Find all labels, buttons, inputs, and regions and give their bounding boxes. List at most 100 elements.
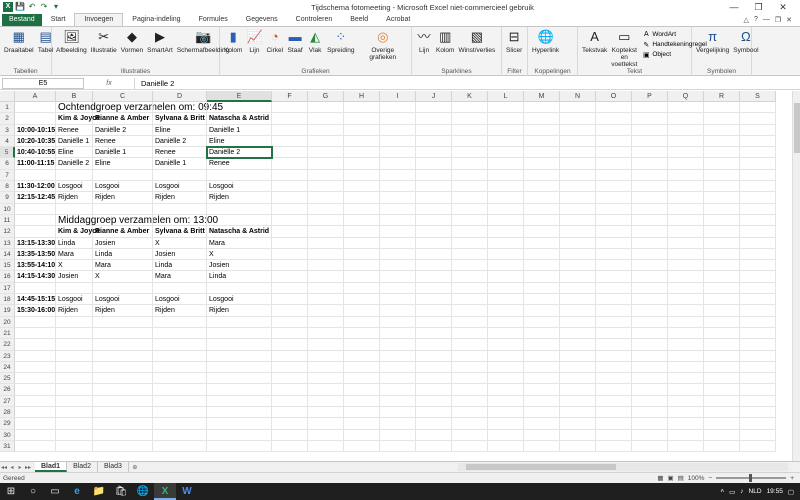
cell-b30[interactable] [56, 429, 93, 441]
taskbar-task-view-icon[interactable]: ▭ [44, 483, 66, 500]
cell-k14[interactable] [452, 248, 488, 261]
prev-sheet-button[interactable]: ◂ [8, 464, 16, 471]
cell-s3[interactable] [740, 124, 776, 136]
cell-i31[interactable] [380, 440, 416, 453]
cell-c18[interactable]: Losgooi [93, 294, 153, 306]
cell-n5[interactable] [560, 147, 596, 159]
row-header-4[interactable]: 4 [0, 135, 15, 148]
ribbon-button-vormen[interactable]: ◆ Vormen [119, 29, 145, 54]
cell-j12[interactable] [416, 226, 452, 238]
cell-m14[interactable] [524, 248, 560, 261]
cell-j23[interactable] [416, 350, 452, 362]
cell-d14[interactable]: Josien [153, 248, 207, 261]
cell-p30[interactable] [632, 429, 668, 441]
cell-q1[interactable] [668, 102, 704, 114]
cell-l6[interactable] [488, 158, 524, 170]
cell-j2[interactable] [416, 113, 452, 125]
cell-f26[interactable] [272, 384, 308, 396]
cell-g26[interactable] [308, 384, 344, 396]
cell-s12[interactable] [740, 226, 776, 238]
cell-l31[interactable] [488, 440, 524, 453]
cell-s14[interactable] [740, 248, 776, 261]
cell-b25[interactable] [56, 373, 93, 385]
row-header-22[interactable]: 22 [0, 339, 15, 351]
cell-a24[interactable] [15, 361, 56, 374]
cell-q2[interactable] [668, 113, 704, 125]
cell-g11[interactable] [308, 214, 344, 227]
cell-e22[interactable] [207, 339, 272, 351]
cell-s28[interactable] [740, 407, 776, 419]
cell-n13[interactable] [560, 237, 596, 249]
cell-b15[interactable]: X [56, 260, 93, 272]
cell-l4[interactable] [488, 135, 524, 148]
cell-i7[interactable] [380, 169, 416, 182]
horizontal-scroll-thumb[interactable] [466, 464, 616, 470]
network-icon[interactable]: ▭ [729, 488, 735, 496]
cell-i18[interactable] [380, 294, 416, 306]
cell-o16[interactable] [596, 271, 632, 283]
cell-q6[interactable] [668, 158, 704, 170]
cell-q25[interactable] [668, 373, 704, 385]
cell-g21[interactable] [308, 327, 344, 340]
cell-p15[interactable] [632, 260, 668, 272]
cell-k20[interactable] [452, 316, 488, 328]
cell-a8[interactable]: 11:30-12:00 [15, 181, 56, 193]
cell-e24[interactable] [207, 361, 272, 374]
cell-o2[interactable] [596, 113, 632, 125]
column-header-o[interactable]: O [596, 91, 632, 102]
cell-n2[interactable] [560, 113, 596, 125]
cell-k24[interactable] [452, 361, 488, 374]
cell-l8[interactable] [488, 181, 524, 193]
tab-file[interactable]: Bestand [2, 14, 42, 26]
page-layout-view-icon[interactable]: ▣ [667, 474, 673, 482]
cell-q16[interactable] [668, 271, 704, 283]
cell-i14[interactable] [380, 248, 416, 261]
taskbar-edge-icon[interactable]: e [66, 483, 88, 500]
cell-l12[interactable] [488, 226, 524, 238]
cell-m30[interactable] [524, 429, 560, 441]
tab-invoegen[interactable]: Invoegen [74, 13, 124, 26]
cell-i29[interactable] [380, 418, 416, 430]
cell-g30[interactable] [308, 429, 344, 441]
cell-c21[interactable] [93, 327, 153, 340]
cell-g5[interactable] [308, 147, 344, 159]
cell-m25[interactable] [524, 373, 560, 385]
cell-q29[interactable] [668, 418, 704, 430]
cell-e2[interactable]: Natascha & Astrid [207, 113, 272, 125]
cell-r27[interactable] [704, 395, 740, 408]
cell-b11[interactable]: Middaggroep verzamelen om: 13:00 [56, 214, 218, 227]
cell-h8[interactable] [344, 181, 380, 193]
language-indicator[interactable]: NLD [749, 488, 762, 495]
cell-k4[interactable] [452, 135, 488, 148]
cell-d24[interactable] [153, 361, 207, 374]
cell-d27[interactable] [153, 395, 207, 408]
clock[interactable]: 19:55 [767, 488, 783, 495]
cell-m5[interactable] [524, 147, 560, 159]
first-sheet-button[interactable]: ◂◂ [0, 464, 8, 471]
taskbar-start-icon[interactable]: ⊞ [0, 483, 22, 500]
cell-a23[interactable] [15, 350, 56, 362]
notifications-icon[interactable]: ▢ [788, 488, 794, 496]
cell-b8[interactable]: Losgooi [56, 181, 93, 193]
cell-d29[interactable] [153, 418, 207, 430]
cell-d11[interactable] [153, 214, 207, 227]
cell-k12[interactable] [452, 226, 488, 238]
cell-l3[interactable] [488, 124, 524, 136]
column-header-n[interactable]: N [560, 91, 596, 102]
cell-r13[interactable] [704, 237, 740, 249]
cell-n17[interactable] [560, 282, 596, 295]
cell-g14[interactable] [308, 248, 344, 261]
cell-g24[interactable] [308, 361, 344, 374]
cell-j20[interactable] [416, 316, 452, 328]
cell-f20[interactable] [272, 316, 308, 328]
page-break-view-icon[interactable]: ▤ [678, 474, 684, 482]
taskbar-word-icon[interactable]: W [176, 483, 198, 500]
cell-d26[interactable] [153, 384, 207, 396]
tab-start[interactable]: Start [42, 14, 75, 26]
cell-e25[interactable] [207, 373, 272, 385]
cell-i28[interactable] [380, 407, 416, 419]
close-button[interactable]: ✕ [774, 0, 792, 14]
cell-i5[interactable] [380, 147, 416, 159]
ribbon-button-lijn[interactable]: 〰 Lijn [414, 29, 434, 54]
cell-g8[interactable] [308, 181, 344, 193]
